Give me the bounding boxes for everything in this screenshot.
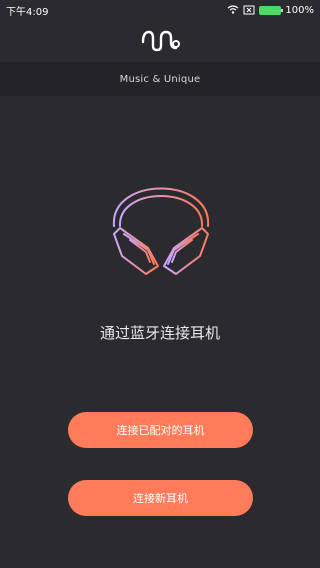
- tagline-band: Music & Unique: [0, 62, 320, 96]
- connect-new-button[interactable]: 连接新耳机: [68, 480, 253, 516]
- tagline: Music & Unique: [119, 73, 201, 85]
- wifi-icon: [227, 5, 239, 15]
- logo-icon: [140, 24, 180, 54]
- status-time: 下午4:09: [6, 6, 49, 18]
- connect-title: 通过蓝牙连接耳机: [99, 324, 220, 342]
- status-icons: 100%: [227, 5, 314, 16]
- connect-paired-button[interactable]: 连接已配对的耳机: [68, 412, 253, 448]
- battery-percent: 100%: [285, 4, 314, 16]
- status-bar: 下午4:09 100%: [0, 0, 320, 20]
- headphones-icon: [104, 156, 218, 276]
- close-box-icon: [243, 5, 255, 15]
- connect-paired-label: 连接已配对的耳机: [116, 424, 205, 437]
- connect-new-label: 连接新耳机: [133, 492, 188, 505]
- battery-icon: [259, 5, 284, 15]
- header: Music & Unique: [0, 20, 320, 96]
